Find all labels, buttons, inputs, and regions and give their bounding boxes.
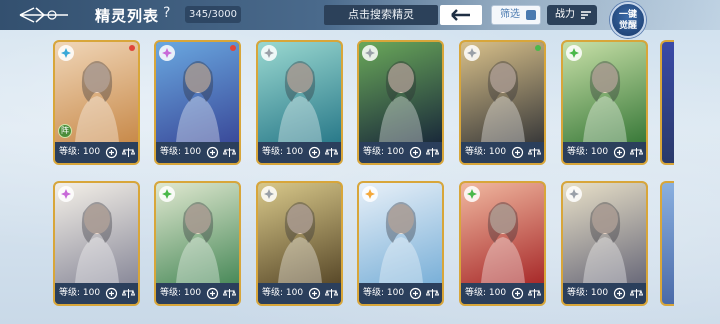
one-click-awaken-button[interactable]: 一键 觉醒 [610,2,646,38]
skill-icon [308,146,321,159]
skill-icon [409,287,422,300]
skill-icon [206,287,219,300]
collection-count: 345/3000 [185,6,241,23]
level-bar: 等级: 100 [258,283,341,304]
element-icon [464,45,480,61]
balance-icon [425,287,440,300]
level-label: 等级: 100 [262,147,304,157]
balance-icon [527,287,542,300]
level-label: 等级: 100 [567,288,609,298]
element-icon [566,45,582,61]
chevron-down-icon [526,10,536,20]
search-input[interactable]: 点击搜索精灵 [324,5,438,25]
spirit-card[interactable]: 等级: 100 [53,181,140,306]
spirit-card[interactable]: 等级: 100 [357,40,444,165]
spirit-card[interactable]: 等级: 100 [357,181,444,306]
level-label: 等级: 100 [363,147,405,157]
skill-icon [105,146,118,159]
search-button[interactable] [440,5,482,25]
back-arrow-icon [19,7,68,23]
spirit-card[interactable]: 等级: 100 [256,40,343,165]
level-bar: 等级: 100 [55,283,138,304]
balance-icon [324,146,339,159]
level-label: 等级: 100 [59,147,101,157]
balance-icon [629,146,644,159]
level-bar: 等级: 100 [563,283,646,304]
element-icon [261,186,277,202]
level-bar: 等级: 100 [258,142,341,163]
balance-icon [324,287,339,300]
level-label: 等级: 100 [262,288,304,298]
level-bar: 等级: 100 [359,283,442,304]
spirit-card[interactable]: 等级: 100 [561,181,648,306]
element-icon [159,45,175,61]
arrow-left-icon [451,9,470,21]
spirit-card[interactable]: 等级: 100 [459,40,546,165]
filter-label: 筛选 [500,9,520,20]
partial-card[interactable] [660,40,674,165]
status-dot [535,45,541,51]
partial-card[interactable] [660,181,674,306]
level-bar: 等级: 100 [156,283,239,304]
skill-icon [409,146,422,159]
balance-icon [527,146,542,159]
awaken-label-1: 一键 [618,10,637,20]
formation-badge: 阵 [58,124,72,138]
skill-icon [206,146,219,159]
level-bar: 等级: 100 [563,142,646,163]
level-label: 等级: 100 [465,288,507,298]
skill-icon [613,287,626,300]
element-icon [464,186,480,202]
level-label: 等级: 100 [160,147,202,157]
level-label: 等级: 100 [465,147,507,157]
status-dot [129,45,135,51]
back-button[interactable] [18,4,72,26]
balance-icon [121,287,136,300]
element-icon [58,186,74,202]
spirit-card[interactable]: 阵等级: 100 [53,40,140,165]
awaken-label-2: 觉醒 [618,21,637,31]
balance-icon [222,146,237,159]
element-icon [362,186,378,202]
balance-icon [222,287,237,300]
level-label: 等级: 100 [363,288,405,298]
level-label: 等级: 100 [59,288,101,298]
element-icon [159,186,175,202]
element-icon [58,45,74,61]
level-label: 等级: 100 [567,147,609,157]
level-bar: 等级: 100 [461,283,544,304]
balance-icon [425,146,440,159]
spirit-card[interactable]: 等级: 100 [256,181,343,306]
element-icon [566,186,582,202]
balance-icon [629,287,644,300]
balance-icon [121,146,136,159]
skill-icon [511,287,524,300]
skill-icon [511,146,524,159]
filter-button[interactable]: 筛选 [491,5,541,25]
level-label: 等级: 100 [160,288,202,298]
sort-power-button[interactable]: 战力 [547,5,597,25]
level-bar: 等级: 100 [55,142,138,163]
skill-icon [613,146,626,159]
element-icon [362,45,378,61]
element-icon [261,45,277,61]
skill-icon [308,287,321,300]
status-dot [230,45,236,51]
spirit-card[interactable]: 等级: 100 [154,181,241,306]
power-label: 战力 [555,9,575,20]
help-icon[interactable]: ? [163,5,170,21]
spirit-card[interactable]: 等级: 100 [561,40,648,165]
spirit-card[interactable]: 等级: 100 [459,181,546,306]
page-title: 精灵列表 [95,7,160,25]
level-bar: 等级: 100 [359,142,442,163]
spirit-card[interactable]: 等级: 100 [154,40,241,165]
level-bar: 等级: 100 [156,142,239,163]
level-bar: 等级: 100 [461,142,544,163]
sort-icon [581,11,591,19]
skill-icon [105,287,118,300]
